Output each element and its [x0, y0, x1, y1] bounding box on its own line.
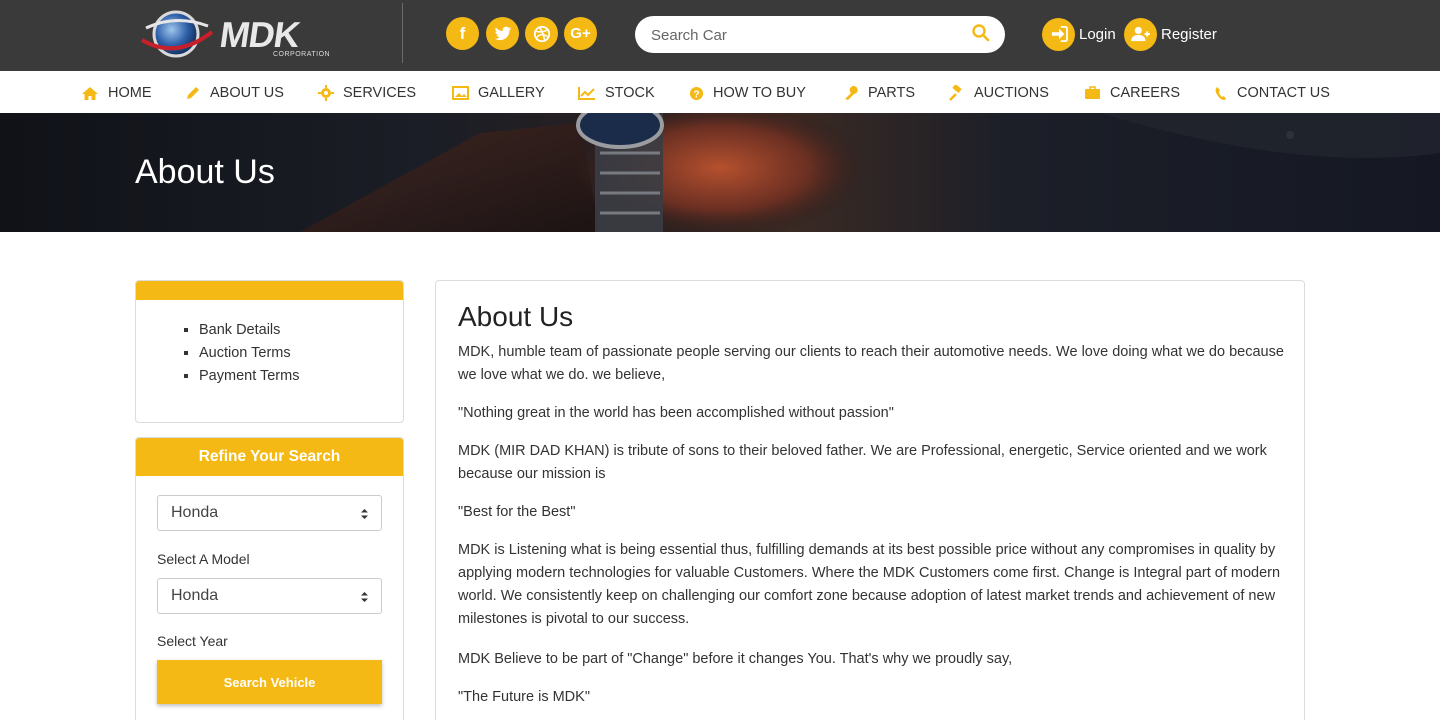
- google-plus-icon: G+: [570, 25, 591, 42]
- search-vehicle-button[interactable]: Search Vehicle: [157, 660, 382, 704]
- about-content-card: About Us MDK, humble team of passionate …: [435, 280, 1305, 720]
- nav-label: SERVICES: [343, 85, 417, 101]
- nav-label: PARTS: [868, 85, 916, 101]
- home-icon: [82, 87, 98, 100]
- nav-label: AUCTIONS: [974, 85, 1049, 101]
- nav-label: HOW TO BUY: [713, 85, 806, 101]
- gavel-icon: [949, 85, 962, 101]
- brand-tagline: CORPORATION: [273, 51, 331, 58]
- page-banner: About Us: [0, 113, 1440, 232]
- gear-icon: [318, 85, 334, 101]
- register-link[interactable]: Register: [1124, 17, 1217, 51]
- login-label: Login: [1079, 25, 1116, 43]
- model-label: Select A Model: [157, 551, 250, 567]
- content-paragraph: MDK (MIR DAD KHAN) is tribute of sons to…: [458, 443, 1267, 482]
- nav-label: ABOUT US: [210, 85, 284, 101]
- content-quote: "The Future is MDK": [458, 689, 590, 705]
- nav-label: CAREERS: [1110, 85, 1181, 101]
- add-user-icon: [1124, 17, 1157, 51]
- sidebar-link-list: Bank Details Auction Terms Payment Terms: [136, 319, 299, 388]
- nav-contact-us[interactable]: CONTACT US: [1214, 84, 1330, 102]
- image-icon: [452, 86, 469, 100]
- select-arrows-icon: [361, 592, 368, 602]
- nav-how-to-buy[interactable]: ? HOW TO BUY: [689, 84, 806, 102]
- nav-home[interactable]: HOME: [81, 84, 152, 102]
- sidebar-item-auction-terms[interactable]: Auction Terms: [199, 342, 299, 365]
- page-title: About Us: [135, 153, 275, 191]
- content-paragraph: MDK Believe to be part of "Change" befor…: [458, 651, 1013, 667]
- facebook-icon: f: [459, 23, 466, 43]
- dribbble-icon: [533, 25, 550, 42]
- facebook-button[interactable]: f: [446, 17, 479, 50]
- brand-logo[interactable]: MDK CORPORATION: [136, 6, 336, 62]
- nav-careers[interactable]: CAREERS: [1084, 84, 1180, 102]
- twitter-icon: [494, 26, 511, 40]
- year-label: Select Year: [157, 633, 228, 649]
- search-button[interactable]: [971, 23, 993, 45]
- svg-text:?: ?: [693, 89, 699, 100]
- phone-icon: [1215, 86, 1226, 100]
- make-select-value: Honda: [171, 504, 219, 521]
- refine-search-panel: Refine Your Search Honda Select A Model …: [135, 437, 404, 720]
- refine-search-title: Refine Your Search: [136, 438, 403, 476]
- main-nav: HOME ABOUT US SERVICES GALLERY STOCK ? H…: [0, 71, 1440, 113]
- content-paragraph: MDK is Listening what is being essential…: [458, 542, 1281, 627]
- search-input[interactable]: [651, 24, 951, 46]
- nav-label: GALLERY: [478, 85, 545, 101]
- login-icon: [1042, 17, 1075, 51]
- nav-auctions[interactable]: AUCTIONS: [948, 84, 1049, 102]
- panel-header-strip: [136, 281, 403, 300]
- pencil-icon: [187, 87, 199, 99]
- select-arrows-icon: [361, 509, 368, 519]
- nav-stock[interactable]: STOCK: [578, 84, 655, 102]
- make-select[interactable]: Honda: [157, 495, 382, 531]
- divider: [402, 3, 403, 63]
- brand-name: MDK: [217, 14, 302, 55]
- nav-services[interactable]: SERVICES: [318, 84, 416, 102]
- globe-logo-icon: [140, 10, 214, 58]
- dribbble-button[interactable]: [525, 17, 558, 50]
- sidebar-item-payment-terms[interactable]: Payment Terms: [199, 365, 299, 388]
- content-quote: "Nothing great in the world has been acc…: [458, 405, 894, 421]
- sidebar-links-panel: Bank Details Auction Terms Payment Terms: [135, 280, 404, 423]
- chart-icon: [578, 87, 595, 100]
- nav-gallery[interactable]: GALLERY: [452, 84, 545, 102]
- briefcase-icon: [1085, 86, 1100, 99]
- wrench-icon: [845, 86, 858, 100]
- nav-parts[interactable]: PARTS: [843, 84, 915, 102]
- nav-label: CONTACT US: [1237, 85, 1330, 101]
- register-label: Register: [1161, 25, 1217, 43]
- model-select-value: Honda: [171, 587, 219, 604]
- nav-about-us[interactable]: ABOUT US: [185, 84, 284, 102]
- google-plus-button[interactable]: G+: [564, 17, 597, 50]
- content-quote: "Best for the Best": [458, 504, 576, 520]
- nav-label: HOME: [108, 85, 152, 101]
- model-select[interactable]: Honda: [157, 578, 382, 614]
- content-title: About Us: [458, 301, 574, 332]
- search-bar: [635, 16, 1005, 53]
- login-link[interactable]: Login: [1042, 17, 1116, 51]
- content-paragraph: MDK, humble team of passionate people se…: [458, 344, 1284, 383]
- sidebar-item-bank-details[interactable]: Bank Details: [199, 319, 299, 342]
- search-icon: [972, 24, 990, 42]
- top-bar: MDK CORPORATION f G+ Search Car Login Re…: [0, 0, 1440, 71]
- twitter-button[interactable]: [486, 17, 519, 50]
- question-icon: ?: [689, 86, 704, 100]
- nav-label: STOCK: [605, 85, 655, 101]
